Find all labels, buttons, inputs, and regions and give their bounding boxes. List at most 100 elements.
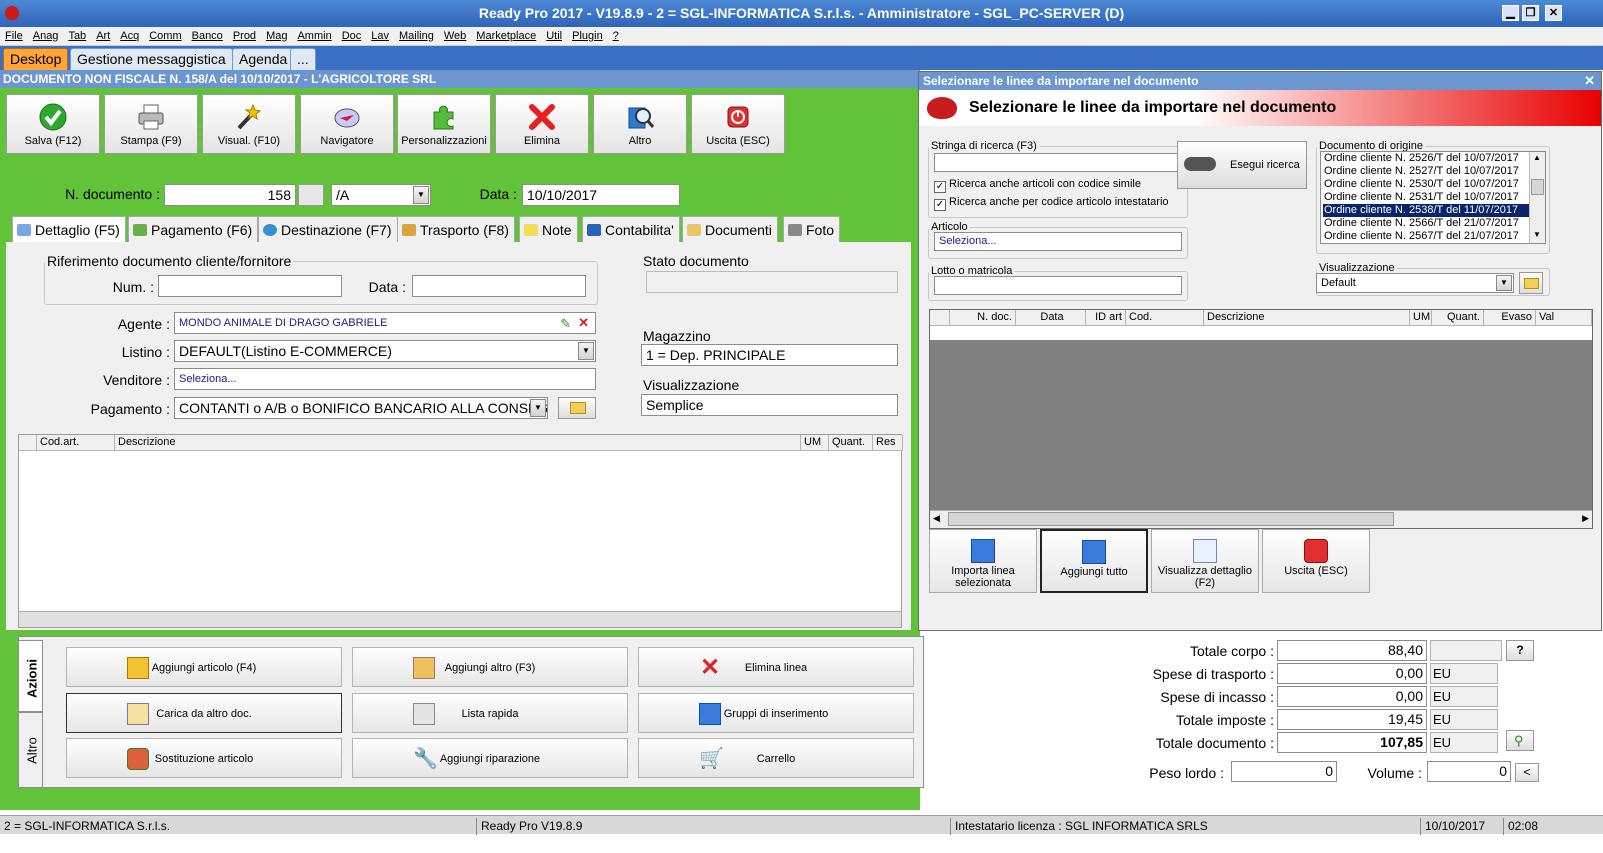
tab-dettaglio[interactable]: Dettaglio (F5) xyxy=(12,216,126,244)
tab-gestione-messaggistica[interactable]: Gestione messaggistica xyxy=(70,48,233,70)
articolo-input[interactable]: Seleziona... xyxy=(934,232,1182,251)
menu-web[interactable]: Web xyxy=(439,27,471,46)
maximize-button[interactable]: ❐ xyxy=(1522,5,1539,21)
menu-anag[interactable]: Anag xyxy=(28,27,64,46)
edit-pencil-icon[interactable]: ✎ xyxy=(560,314,571,333)
minimize-button[interactable]: ▁ xyxy=(1502,5,1519,21)
pagamento-folder-button[interactable] xyxy=(558,397,596,419)
dialog-vis-select[interactable]: Default ▼ xyxy=(1316,273,1514,293)
tab-destinazione[interactable]: Destinazione (F7) xyxy=(258,216,398,243)
spese-incasso-value[interactable]: 0,00 xyxy=(1277,686,1427,707)
agente-input[interactable]: MONDO ANIMALE DI DRAGO GABRIELE ✎ ✕ xyxy=(174,312,596,334)
tab-altro[interactable]: Altro xyxy=(18,712,43,788)
listino-select[interactable]: DEFAULT(Listino E-COMMERCE) ▼ xyxy=(174,340,596,362)
view-detail-button[interactable]: Visualizza dettaglio (F2) xyxy=(1151,529,1259,593)
menu-doc[interactable]: Doc xyxy=(337,27,367,46)
check-similar-codes[interactable]: ✓ Ricerca anche articoli con codice simil… xyxy=(934,178,1141,193)
menu-help[interactable]: ? xyxy=(608,27,624,46)
rif-data-input[interactable] xyxy=(412,275,586,297)
menu-mailing[interactable]: Mailing xyxy=(394,27,439,46)
menu-file[interactable]: File xyxy=(0,27,28,46)
col-quant[interactable]: Quant. xyxy=(1432,310,1484,326)
doc-number-input[interactable]: 158 xyxy=(164,184,296,206)
col-um[interactable]: UM xyxy=(801,435,829,451)
import-lines-grid[interactable]: N. doc. Data ID art Cod. Descrizione UM … xyxy=(929,309,1593,529)
venditore-input[interactable]: Seleziona... xyxy=(174,368,596,390)
magazzino-select[interactable]: 1 = Dep. PRINCIPALE xyxy=(641,344,898,366)
dialog-vis-folder-button[interactable] xyxy=(1519,272,1543,294)
replace-article-button[interactable]: Sostituzione articolo xyxy=(66,738,342,778)
menu-marketplace[interactable]: Marketplace xyxy=(471,27,541,46)
add-other-button[interactable]: Aggiungi altro (F3) xyxy=(352,647,628,687)
tab-documenti[interactable]: Documenti xyxy=(682,216,778,243)
help-button[interactable]: ? xyxy=(1506,640,1534,661)
volume-toggle-button[interactable]: < xyxy=(1515,763,1539,782)
col-id-art[interactable]: ID art xyxy=(1086,310,1126,326)
tab-pagamento[interactable]: Pagamento (F6) xyxy=(128,216,259,243)
insert-groups-button[interactable]: Gruppi di inserimento xyxy=(638,693,914,733)
customize-button[interactable]: Personalizzazioni xyxy=(397,94,491,154)
cart-button[interactable]: 🛒 Carrello xyxy=(638,738,914,778)
origin-document-list[interactable]: Ordine cliente N. 2526/T del 10/07/2017 … xyxy=(1320,151,1546,244)
import-selected-line-button[interactable]: Importa linea selezionata xyxy=(929,529,1037,593)
origin-list-item-selected[interactable]: Ordine cliente N. 2538/T del 11/07/2017 xyxy=(1323,204,1529,217)
col-val[interactable]: Val xyxy=(1536,310,1592,326)
col-n-doc[interactable]: N. doc. xyxy=(950,310,1016,326)
tab-note[interactable]: Note xyxy=(519,216,578,243)
delete-line-button[interactable]: ✕ Elimina linea xyxy=(638,647,914,687)
menu-comm[interactable]: Comm xyxy=(144,27,186,46)
col-cod[interactable]: Cod. xyxy=(1126,310,1204,326)
zoom-total-button[interactable]: ⚲ xyxy=(1506,730,1534,751)
col-data[interactable]: Data xyxy=(1016,310,1086,326)
scroll-up-icon[interactable]: ▲ xyxy=(1533,153,1541,162)
col-um[interactable]: UM xyxy=(1410,310,1432,326)
print-button[interactable]: Stampa (F9) xyxy=(104,94,198,154)
origin-list-item[interactable]: Ordine cliente N. 2527/T del 10/07/2017 xyxy=(1323,165,1529,178)
save-button[interactable]: Salva (F12) xyxy=(6,94,100,154)
tab-azioni[interactable]: Azioni xyxy=(18,640,43,712)
lotto-input[interactable] xyxy=(934,276,1182,295)
scroll-right-icon[interactable]: ▶ xyxy=(1582,513,1589,524)
grid-horizontal-scrollbar[interactable]: ◀ ▶ xyxy=(930,510,1592,528)
search-input[interactable] xyxy=(934,153,1182,172)
col-res[interactable]: Res xyxy=(873,435,903,451)
exit-button[interactable]: Uscita (ESC) xyxy=(691,94,785,154)
dialog-close-button[interactable]: ✕ xyxy=(1584,72,1595,90)
doc-suffix-select[interactable]: /A ▼ xyxy=(331,184,431,206)
navigator-button[interactable]: Navigatore xyxy=(300,94,394,154)
close-window-button[interactable]: ✕ xyxy=(1545,5,1562,21)
origin-list-item[interactable]: Ordine cliente N. 2531/T del 10/07/2017 xyxy=(1323,191,1529,204)
other-button[interactable]: Altro xyxy=(593,94,687,154)
clear-x-icon[interactable]: ✕ xyxy=(578,313,589,333)
origin-list-item[interactable]: Ordine cliente N. 2567/T del 21/07/2017 xyxy=(1323,230,1529,243)
col-descrizione[interactable]: Descrizione xyxy=(1204,310,1410,326)
origin-list-item[interactable]: Ordine cliente N. 2566/T del 21/07/2017 xyxy=(1323,217,1529,230)
scroll-left-icon[interactable]: ◀ xyxy=(933,513,940,524)
origin-list-item[interactable]: Ordine cliente N. 2526/T del 10/07/2017 xyxy=(1323,152,1529,165)
menu-mag[interactable]: Mag xyxy=(261,27,292,46)
menu-ammin[interactable]: Ammin xyxy=(292,27,336,46)
add-all-button[interactable]: Aggiungi tutto xyxy=(1040,529,1148,593)
tab-foto[interactable]: Foto xyxy=(783,216,841,243)
menu-banco[interactable]: Banco xyxy=(187,27,228,46)
spese-trasporto-value[interactable]: 0,00 xyxy=(1277,663,1427,684)
tab-contabilita[interactable]: Contabilita' xyxy=(582,216,680,243)
search-button[interactable]: Esegui ricerca xyxy=(1177,141,1307,189)
load-other-doc-button[interactable]: Carica da altro doc. xyxy=(66,693,342,733)
tab-trasporto[interactable]: Trasporto (F8) xyxy=(397,216,515,243)
menu-tab[interactable]: Tab xyxy=(63,27,91,46)
volume-value[interactable]: 0 xyxy=(1427,761,1511,782)
pagamento-select[interactable]: CONTANTI o A/B o BONIFICO BANCARIO ALLA … xyxy=(174,397,548,419)
col-quant[interactable]: Quant. xyxy=(829,435,873,451)
origin-list-item[interactable]: Ordine cliente N. 2530/T del 10/07/2017 xyxy=(1323,178,1529,191)
menu-util[interactable]: Util xyxy=(541,27,567,46)
origin-list-scrollbar[interactable]: ▲ ▼ xyxy=(1529,152,1545,243)
doc-number-button[interactable] xyxy=(298,184,324,206)
col-cod-art[interactable]: Cod.art. xyxy=(37,435,115,451)
col-evaso[interactable]: Evaso xyxy=(1484,310,1536,326)
scroll-thumb[interactable] xyxy=(948,512,1394,526)
menu-lav[interactable]: Lav xyxy=(366,27,394,46)
check-owner-code[interactable]: ✓ Ricerca anche per codice articolo intes… xyxy=(934,196,1169,211)
menu-art[interactable]: Art xyxy=(91,27,115,46)
menu-prod[interactable]: Prod xyxy=(228,27,261,46)
